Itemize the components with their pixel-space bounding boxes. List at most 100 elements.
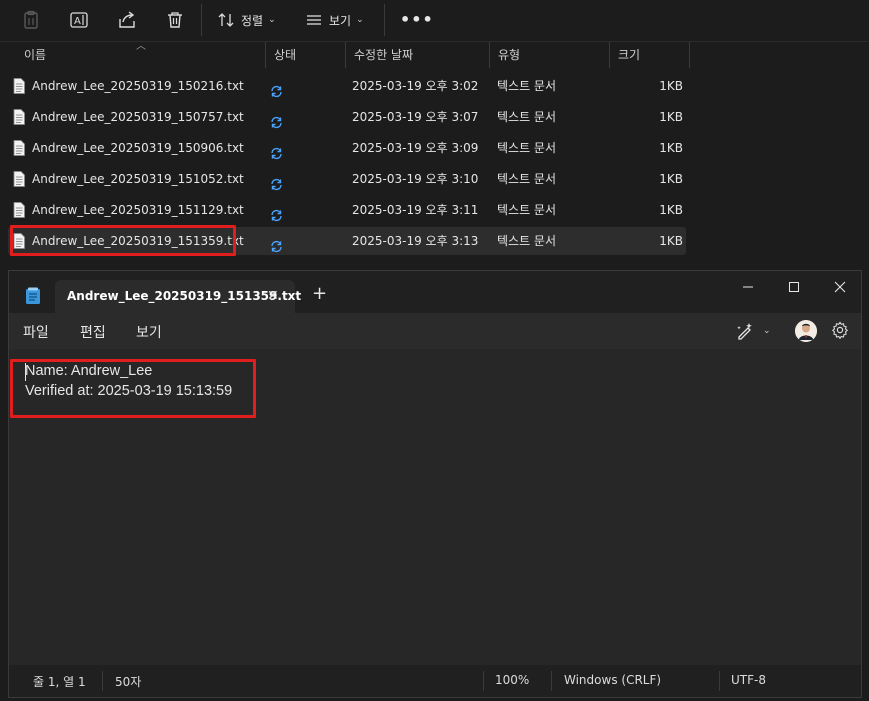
- chevron-down-icon: ⌄: [356, 15, 364, 25]
- file-type: 텍스트 문서: [497, 110, 557, 124]
- notepad-titlebar: Andrew_Lee_20250319_151359.txt ✕ +: [9, 271, 861, 313]
- column-header-type[interactable]: 유형: [490, 42, 610, 68]
- file-row[interactable]: Andrew_Lee_20250319_150757.txt 2025-03-19…: [8, 103, 686, 131]
- file-modified-date: 2025-03-19 오후 3:11: [352, 203, 479, 217]
- toolbar-divider: [384, 4, 385, 36]
- file-modified-date: 2025-03-19 오후 3:10: [352, 172, 479, 186]
- text-file-icon: [13, 109, 25, 125]
- file-row[interactable]: Andrew_Lee_20250319_150906.txt 2025-03-19…: [8, 134, 686, 162]
- file-modified-date: 2025-03-19 오후 3:13: [352, 234, 479, 248]
- file-type: 텍스트 문서: [497, 234, 557, 248]
- status-divider: [719, 671, 720, 691]
- sync-status-icon: [270, 173, 283, 191]
- status-divider: [551, 671, 552, 691]
- file-size: 1KB: [659, 141, 683, 155]
- status-zoom[interactable]: 100%: [495, 673, 529, 687]
- editor-line-1: Name: Andrew_Lee: [25, 363, 153, 379]
- view-label: 보기: [329, 13, 352, 28]
- delete-icon[interactable]: [163, 8, 187, 32]
- file-size: 1KB: [659, 79, 683, 93]
- sync-status-icon: [270, 80, 283, 98]
- sync-status-icon: [270, 111, 283, 129]
- text-file-icon: [13, 202, 25, 218]
- maximize-button[interactable]: [774, 277, 814, 297]
- status-line-ending[interactable]: Windows (CRLF): [564, 673, 661, 687]
- sync-status-icon: [270, 235, 283, 253]
- close-tab-icon[interactable]: ✕: [267, 288, 279, 304]
- toolbar-divider: [201, 4, 202, 36]
- file-type: 텍스트 문서: [497, 141, 557, 155]
- text-editor-area[interactable]: Name: Andrew_Lee Verified at: 2025-03-19…: [9, 349, 861, 665]
- notepad-statusbar: 줄 1, 열 1 50자 100% Windows (CRLF) UTF-8: [9, 665, 861, 697]
- file-modified-date: 2025-03-19 오후 3:02: [352, 79, 479, 93]
- chevron-down-icon: ⌄: [763, 326, 771, 336]
- view-list-icon: [307, 15, 321, 25]
- column-header-modified[interactable]: 수정한 날짜: [346, 42, 490, 68]
- screen: A 정렬 ⌄ 보기 ⌄ ••• ︿ 이름 상태 수정한 날짜 유형 크기 And…: [0, 0, 869, 701]
- file-size: 1KB: [659, 203, 683, 217]
- file-name: Andrew_Lee_20250319_150757.txt: [32, 110, 244, 124]
- settings-gear-icon[interactable]: [831, 321, 849, 340]
- menu-file[interactable]: 파일: [23, 322, 49, 342]
- file-name: Andrew_Lee_20250319_151129.txt: [32, 203, 244, 217]
- menu-edit[interactable]: 편집: [80, 322, 106, 342]
- sort-icon: [218, 13, 234, 27]
- file-size: 1KB: [659, 234, 683, 248]
- file-type: 텍스트 문서: [497, 203, 557, 217]
- notepad-menubar: 파일 편집 보기 ⌄: [9, 313, 861, 349]
- status-char-count: 50자: [115, 675, 142, 689]
- column-headers: 이름 상태 수정한 날짜 유형 크기: [0, 41, 869, 68]
- sync-status-icon: [270, 142, 283, 160]
- status-encoding[interactable]: UTF-8: [731, 673, 766, 687]
- file-name: Andrew_Lee_20250319_151359.txt: [32, 234, 244, 248]
- notepad-app-icon: [25, 287, 41, 305]
- file-type: 텍스트 문서: [497, 172, 557, 186]
- file-modified-date: 2025-03-19 오후 3:07: [352, 110, 479, 124]
- text-file-icon: [13, 140, 25, 156]
- file-modified-date: 2025-03-19 오후 3:09: [352, 141, 479, 155]
- file-type: 텍스트 문서: [497, 79, 557, 93]
- file-row[interactable]: Andrew_Lee_20250319_150216.txt 2025-03-19…: [8, 72, 686, 100]
- file-size: 1KB: [659, 172, 683, 186]
- paste-icon[interactable]: [19, 8, 43, 32]
- file-name: Andrew_Lee_20250319_150906.txt: [32, 141, 244, 155]
- copilot-button[interactable]: ⌄: [735, 319, 783, 343]
- column-header-name[interactable]: 이름: [16, 42, 266, 68]
- share-icon[interactable]: [115, 8, 139, 32]
- svg-text:A: A: [74, 16, 81, 27]
- tab-active-file[interactable]: Andrew_Lee_20250319_151359.txt ✕: [55, 280, 301, 313]
- more-options-button[interactable]: •••: [400, 10, 434, 29]
- file-name: Andrew_Lee_20250319_150216.txt: [32, 79, 244, 93]
- rename-icon[interactable]: A: [67, 8, 91, 32]
- maximize-icon: [789, 282, 799, 292]
- chevron-down-icon: ⌄: [268, 15, 276, 25]
- new-tab-button[interactable]: +: [312, 283, 327, 304]
- column-header-status[interactable]: 상태: [266, 42, 346, 68]
- account-avatar[interactable]: [795, 320, 817, 342]
- minimize-icon: [743, 286, 753, 288]
- view-button[interactable]: 보기 ⌄: [306, 8, 364, 32]
- file-row[interactable]: Andrew_Lee_20250319_151129.txt 2025-03-19…: [8, 196, 686, 224]
- text-file-icon: [13, 171, 25, 187]
- close-icon: [834, 281, 846, 293]
- close-window-button[interactable]: [820, 277, 860, 297]
- copilot-pen-icon: [737, 323, 752, 340]
- text-file-icon: [13, 233, 25, 249]
- explorer-toolbar: A 정렬 ⌄ 보기 ⌄ •••: [0, 0, 869, 40]
- file-row[interactable]: Andrew_Lee_20250319_151359.txt 2025-03-19…: [8, 227, 686, 255]
- text-file-icon: [13, 78, 25, 94]
- editor-line-2: Verified at: 2025-03-19 15:13:59: [25, 383, 233, 399]
- minimize-button[interactable]: [728, 277, 768, 297]
- column-header-size[interactable]: 크기: [610, 42, 690, 68]
- status-divider: [483, 671, 484, 691]
- sync-status-icon: [270, 204, 283, 222]
- file-row[interactable]: Andrew_Lee_20250319_151052.txt 2025-03-19…: [8, 165, 686, 193]
- status-divider: [102, 671, 103, 691]
- file-name: Andrew_Lee_20250319_151052.txt: [32, 172, 244, 186]
- file-size: 1KB: [659, 110, 683, 124]
- sort-button[interactable]: 정렬 ⌄: [218, 8, 276, 32]
- file-explorer: A 정렬 ⌄ 보기 ⌄ ••• ︿ 이름 상태 수정한 날짜 유형 크기 And…: [0, 0, 869, 268]
- sort-label: 정렬: [241, 13, 264, 28]
- notepad-window: Andrew_Lee_20250319_151359.txt ✕ + 파일 편집…: [8, 270, 862, 698]
- menu-view[interactable]: 보기: [136, 322, 162, 342]
